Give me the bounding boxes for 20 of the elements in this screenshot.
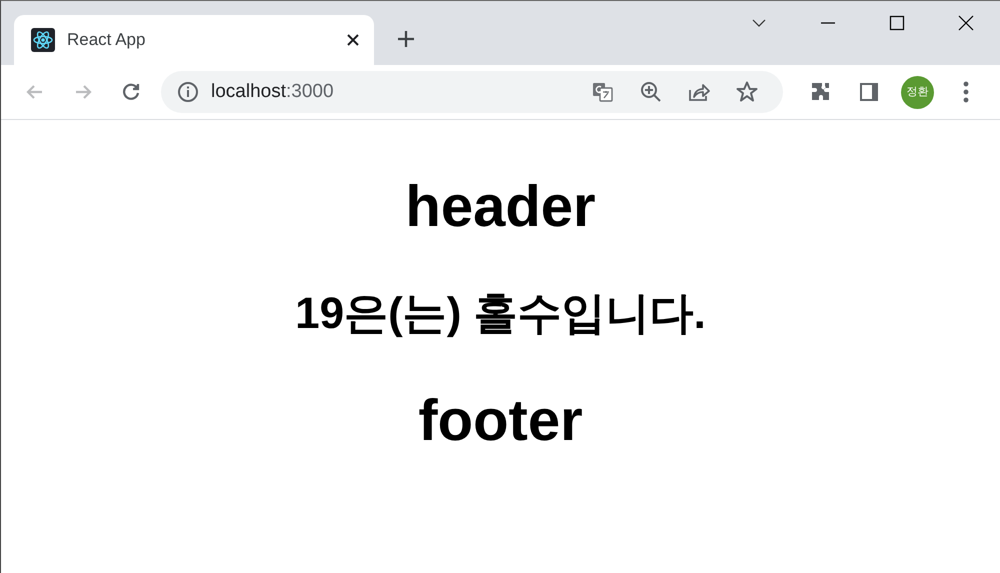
translate-icon bbox=[591, 80, 615, 104]
address-bar[interactable]: localhost:3000 bbox=[161, 71, 783, 113]
page-heading: header bbox=[405, 178, 596, 236]
close-icon bbox=[346, 33, 360, 47]
plus-icon bbox=[397, 30, 415, 48]
close-tab-button[interactable] bbox=[346, 33, 360, 47]
close-icon bbox=[956, 14, 974, 32]
info-icon[interactable] bbox=[177, 81, 199, 103]
menu-icon bbox=[963, 81, 969, 103]
result-message: 19은(는) 홀수입니다. bbox=[295, 292, 706, 336]
side-panel-icon bbox=[857, 80, 881, 104]
page-footer-heading: footer bbox=[418, 392, 583, 450]
zoom-in-icon bbox=[639, 80, 663, 104]
minimize-icon bbox=[818, 22, 836, 24]
browser-tab[interactable]: React App bbox=[14, 15, 374, 65]
maximize-icon bbox=[888, 14, 906, 32]
url-text: localhost:3000 bbox=[211, 80, 335, 104]
star-icon bbox=[735, 80, 759, 104]
atom-icon bbox=[31, 28, 55, 52]
tab-title: React App bbox=[67, 29, 146, 52]
